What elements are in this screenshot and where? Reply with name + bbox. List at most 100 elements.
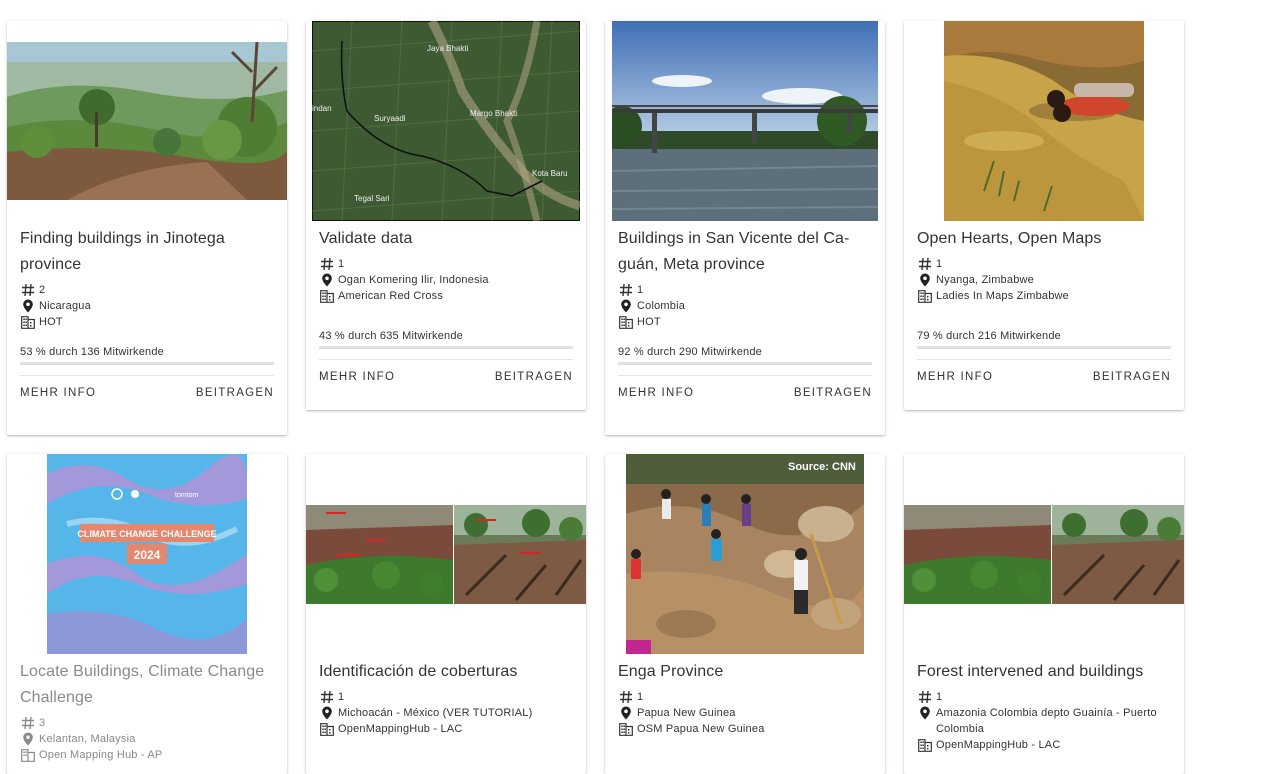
project-thumbnail[interactable] [7,21,287,221]
project-organization: HOT [20,314,274,330]
project-organization: OSM Papua New Guinea [618,721,872,737]
project-location: Kelantan, Malaysia [20,731,274,747]
project-title[interactable]: Buildings in San Vicente del Ca-guán, Me… [618,226,872,278]
project-location: Amazonia Colombia depto Guainía - Puerto… [917,705,1171,737]
project-title[interactable]: Finding buildings in Jinotega province [20,226,274,278]
contributors-count: 1 [319,689,573,705]
count-value: 1 [338,258,345,270]
divider [20,375,274,376]
project-location: Papua New Guinea [618,705,872,721]
organization-text: American Red Cross [338,290,444,302]
progress-text: 43 % durch 635 Mitwirkende [319,330,463,342]
contribute-button[interactable]: BEITRAGEN [196,387,274,399]
project-thumbnail[interactable]: Source: CNN [605,454,885,654]
progress-bar [319,346,573,349]
project-title[interactable]: Locate Buildings, Climate Change Challen… [20,659,274,711]
project-card[interactable]: Identificación de coberturas 1 Michoacán… [306,454,586,774]
contributors-count: 1 [319,256,573,272]
count-value: 2 [39,284,46,296]
hash-icon [20,282,36,298]
project-thumbnail[interactable] [306,454,586,654]
project-location: Colombia [618,298,872,314]
poster-title: CLIMATE CHANGE CHALLENGE [77,529,216,539]
contribute-button[interactable]: BEITRAGEN [1093,371,1171,383]
project-title[interactable]: Enga Province [618,659,872,685]
project-card[interactable]: Source: CNN Enga Province 1 Papua New Gu… [605,454,885,774]
more-info-button[interactable]: MEHR INFO [917,371,993,383]
progress-bar-fill [618,362,852,365]
project-thumbnail[interactable]: tomtom CLIMATE CHANGE CHALLENGE 2024 [7,454,287,654]
location-pin-icon [319,705,335,721]
progress-bar-fill [20,362,155,365]
project-title[interactable]: Forest intervened and buildings [917,659,1171,685]
project-card[interactable]: Jaya Bhakti Suryaadi Margo Bhakti Kota B… [306,21,586,410]
project-card[interactable]: Forest intervened and buildings 1 Amazon… [904,454,1184,774]
location-text: Nyanga, Zimbabwe [936,274,1034,286]
contributors-count: 1 [917,689,1171,705]
location-text: Nicaragua [39,300,91,312]
contributors-count: 1 [618,689,872,705]
map-label: Suryaadi [374,114,406,123]
location-text: Ogan Komering Ilir, Indonesia [338,274,489,286]
project-card[interactable]: tomtom CLIMATE CHANGE CHALLENGE 2024 Loc… [7,454,287,774]
project-card[interactable]: Finding buildings in Jinotega province 2… [7,21,287,435]
map-label: Kota Baru [532,169,568,178]
project-title[interactable]: Identificación de coberturas [319,659,573,685]
project-location: Nyanga, Zimbabwe [917,272,1171,288]
building-icon [319,721,335,737]
progress-bar [20,362,274,365]
project-card[interactable]: Buildings in San Vicente del Ca-guán, Me… [605,21,885,435]
more-info-button[interactable]: MEHR INFO [20,387,96,399]
hash-icon [319,256,335,272]
poster-year: 2024 [134,548,161,562]
building-icon [319,288,335,304]
contribute-button[interactable]: BEITRAGEN [794,387,872,399]
project-location: Ogan Komering Ilir, Indonesia [319,272,573,288]
count-value: 1 [338,691,345,703]
project-thumbnail[interactable] [904,454,1184,654]
divider [917,359,1171,360]
hash-icon [917,689,933,705]
contributors-count: 2 [20,282,274,298]
location-pin-icon [319,272,335,288]
progress-text: 79 % durch 216 Mitwirkende [917,330,1061,342]
more-info-button[interactable]: MEHR INFO [319,371,395,383]
contribute-button[interactable]: BEITRAGEN [495,371,573,383]
landslide-rescue-photo: Source: CNN [626,454,864,654]
organization-text: HOT [39,316,63,328]
location-text: Amazonia Colombia depto Guainía - Puerto… [936,707,1157,735]
location-text: Kelantan, Malaysia [39,733,136,745]
hash-icon [917,256,933,272]
project-thumbnail[interactable] [904,21,1184,221]
project-organization: Ladies In Maps Zimbabwe [917,288,1171,304]
contributors-count: 1 [618,282,872,298]
contributors-count: 1 [917,256,1171,272]
project-location: Nicaragua [20,298,274,314]
project-title[interactable]: Validate data [319,226,573,252]
location-text: Papua New Guinea [637,707,736,719]
progress-bar [618,362,872,365]
organization-text: OpenMappingHub - LAC [338,723,463,735]
project-organization: OpenMappingHub - LAC [917,737,1171,753]
poster-brand: tomtom [175,492,199,499]
hash-icon [618,282,634,298]
project-thumbnail[interactable]: Jaya Bhakti Suryaadi Margo Bhakti Kota B… [306,21,586,221]
count-value: 1 [936,691,943,703]
divider [618,375,872,376]
location-pin-icon [917,705,933,721]
count-value: 3 [39,717,46,729]
hash-icon [618,689,634,705]
project-card[interactable]: Open Hearts, Open Maps 1 Nyanga, Zimbabw… [904,21,1184,410]
location-pin-icon [917,272,933,288]
building-icon [917,737,933,753]
project-title[interactable]: Open Hearts, Open Maps [917,226,1171,252]
map-label: indan [312,104,332,113]
river-bridge-photo [612,21,878,221]
project-thumbnail[interactable] [605,21,885,221]
location-pin-icon [618,298,634,314]
more-info-button[interactable]: MEHR INFO [618,387,694,399]
challenge-poster-image: tomtom CLIMATE CHANGE CHALLENGE 2024 [47,454,247,654]
hash-icon [20,715,36,731]
divider [319,359,573,360]
count-value: 1 [637,691,644,703]
